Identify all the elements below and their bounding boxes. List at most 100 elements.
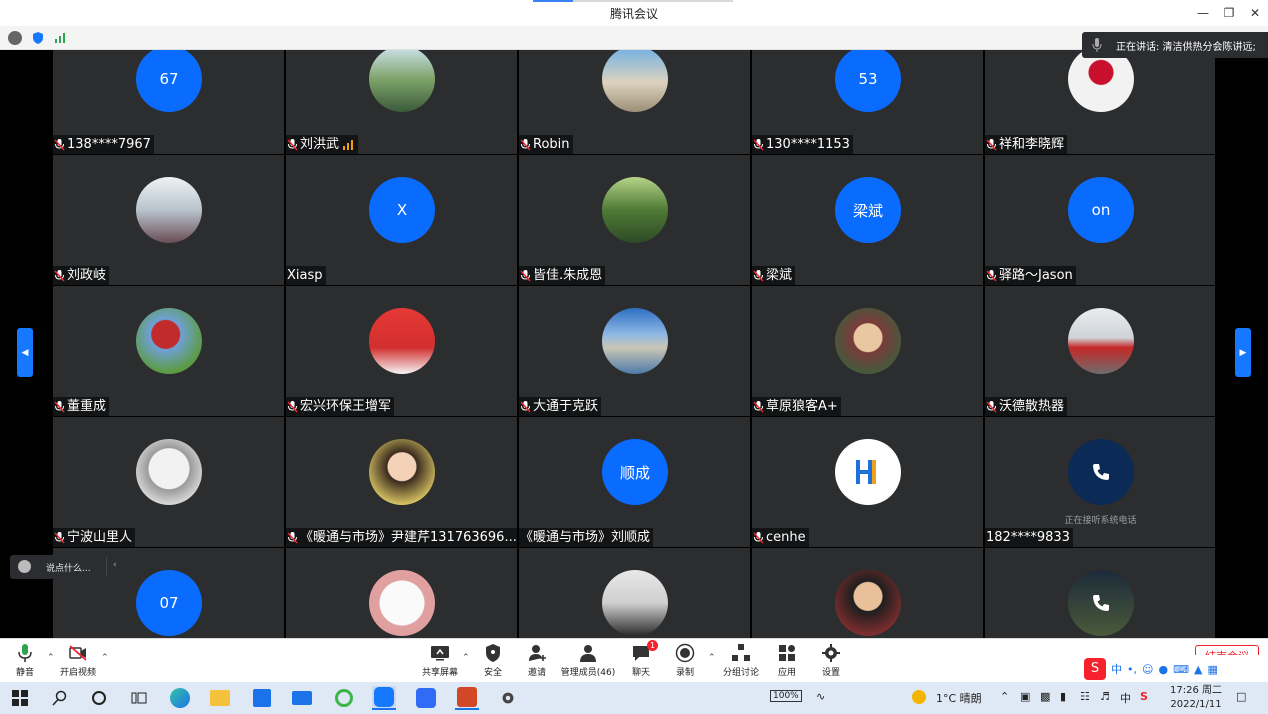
tray-camera-icon[interactable]: ▩ bbox=[1040, 690, 1050, 703]
participant-tile[interactable]: 顺成 《暖通与市场》刘顺成 bbox=[519, 417, 750, 547]
participant-tile[interactable]: 刘政岐 bbox=[53, 155, 284, 285]
chat-placeholder: 说点什么... bbox=[46, 564, 91, 574]
participant-tile[interactable]: 草原狼客A+ bbox=[752, 286, 983, 416]
mute-button[interactable]: 静音 bbox=[12, 643, 38, 678]
minimize-icon[interactable]: — bbox=[1190, 0, 1216, 26]
participant-name: cenhe bbox=[752, 528, 809, 547]
participant-name: 沃德散热器 bbox=[985, 397, 1068, 416]
members-icon bbox=[580, 645, 596, 662]
participant-name-text: 草原狼客A+ bbox=[766, 399, 838, 414]
invite-button[interactable]: 邀请 bbox=[524, 643, 550, 678]
voice-icon[interactable]: ● bbox=[1158, 663, 1168, 676]
security-button[interactable]: 安全 bbox=[480, 643, 506, 678]
sogou-tray-icon[interactable]: S bbox=[1140, 690, 1148, 703]
tray-app-icon[interactable]: ▣ bbox=[1020, 690, 1030, 703]
close-icon[interactable]: ✕ bbox=[1242, 0, 1268, 26]
windows-start-icon[interactable] bbox=[8, 686, 32, 710]
settings-gear-taskbar-icon[interactable] bbox=[496, 686, 520, 710]
ime-language[interactable]: 中 bbox=[1111, 661, 1122, 677]
task-view-icon[interactable] bbox=[127, 686, 151, 710]
participant-name-text: Xiasp bbox=[287, 268, 323, 283]
prev-page-button[interactable]: ◀ bbox=[17, 328, 33, 377]
battery-indicator[interactable]: 100% bbox=[770, 690, 802, 702]
next-page-button[interactable]: ▶ bbox=[1235, 328, 1251, 377]
window-title: 腾讯会议 bbox=[609, 7, 658, 21]
manage-members-button[interactable]: 管理成员(46) bbox=[560, 643, 616, 678]
tray-battery-icon[interactable]: ▮ bbox=[1060, 690, 1066, 703]
participant-tile[interactable]: 董重成 bbox=[53, 286, 284, 416]
settings-button[interactable]: 设置 bbox=[818, 643, 844, 678]
apps-button[interactable]: 应用 bbox=[774, 643, 800, 678]
tray-network-icon[interactable]: ☷ bbox=[1080, 690, 1090, 703]
mail-icon[interactable] bbox=[290, 686, 314, 710]
share-screen-button[interactable]: 共享屏幕 bbox=[420, 643, 460, 678]
collapse-chevron-icon[interactable]: ‹ bbox=[113, 560, 117, 570]
volume-icon[interactable]: ♬ bbox=[1100, 690, 1110, 703]
participant-tile[interactable]: 正在接听系统电话 182****9833 bbox=[985, 417, 1215, 547]
cortana-icon[interactable] bbox=[87, 686, 111, 710]
participant-tile[interactable] bbox=[752, 548, 983, 638]
record-options-chevron-icon[interactable]: ⌃ bbox=[708, 653, 716, 663]
emoji-icon[interactable]: ☺ bbox=[1142, 663, 1153, 676]
speaking-signal-icon bbox=[343, 140, 354, 150]
participant-tile[interactable]: 祥和李晓辉 bbox=[985, 50, 1215, 154]
punctuation-icon[interactable]: •, bbox=[1127, 663, 1137, 676]
participant-tile[interactable]: 梁斌 梁斌 bbox=[752, 155, 983, 285]
shield-icon[interactable] bbox=[31, 31, 45, 45]
chat-button[interactable]: 1 聊天 bbox=[628, 640, 658, 678]
share-options-chevron-icon[interactable]: ⌃ bbox=[462, 653, 470, 663]
participant-tile[interactable]: Robin bbox=[519, 50, 750, 154]
participant-tile[interactable]: X Xiasp bbox=[286, 155, 517, 285]
keyboard-icon[interactable]: ⌨ bbox=[1173, 663, 1189, 676]
participant-tile[interactable]: 《暖通与市场》尹建芹131763696... bbox=[286, 417, 517, 547]
file-explorer-icon[interactable] bbox=[208, 686, 232, 710]
ie-browser-icon[interactable] bbox=[332, 686, 356, 710]
search-icon[interactable] bbox=[48, 686, 72, 710]
participant-tile[interactable]: 宏兴环保王增军 bbox=[286, 286, 517, 416]
breakout-rooms-button[interactable]: 分组讨论 bbox=[722, 643, 760, 678]
skin-icon[interactable]: ▲ bbox=[1194, 663, 1202, 676]
restore-icon[interactable]: ❐ bbox=[1216, 0, 1242, 26]
participant-tile[interactable]: 皆佳.朱成恩 bbox=[519, 155, 750, 285]
sogou-logo-icon[interactable]: S bbox=[1084, 658, 1106, 680]
participant-tile[interactable]: cenhe bbox=[752, 417, 983, 547]
avatar bbox=[1068, 50, 1134, 112]
participant-tile[interactable]: 大通于克跃 bbox=[519, 286, 750, 416]
start-video-button[interactable]: 开启视频 bbox=[58, 643, 98, 678]
powerpoint-icon[interactable] bbox=[455, 686, 479, 710]
toolbox-icon[interactable]: ▦ bbox=[1207, 663, 1217, 676]
participant-tile[interactable]: 沃德散热器 bbox=[985, 286, 1215, 416]
meeting-toolbar: 静音 ⌃ 开启视频 ⌃ 共享屏幕 ⌃ 安全 邀请 管理成员(46) 1 聊天 录… bbox=[0, 638, 1268, 682]
chat-quick-input[interactable]: 说点什么... ‹ bbox=[10, 555, 124, 579]
participant-tile[interactable]: 67 138****7967 bbox=[53, 50, 284, 154]
participant-tile[interactable]: 宁波山里人 bbox=[53, 417, 284, 547]
emoji-icon[interactable] bbox=[18, 560, 31, 573]
info-icon[interactable] bbox=[8, 31, 22, 45]
tray-input-language[interactable]: 中 bbox=[1120, 690, 1131, 706]
tencent-meeting-taskbar-icon[interactable] bbox=[372, 686, 396, 710]
show-hidden-icons-chevron-icon[interactable]: ⌃ bbox=[1000, 690, 1009, 703]
weather-sun-icon bbox=[912, 690, 926, 707]
avatar bbox=[136, 308, 202, 374]
speaking-text: 正在讲话: 清洁供热分会陈讲远; bbox=[1116, 42, 1256, 53]
video-options-chevron-icon[interactable]: ⌃ bbox=[101, 653, 109, 663]
participant-tile[interactable] bbox=[286, 548, 517, 638]
record-button[interactable]: 录制 bbox=[672, 643, 698, 678]
participant-tile[interactable]: 53 130****1153 bbox=[752, 50, 983, 154]
edge-browser-icon[interactable] bbox=[168, 686, 192, 710]
participant-name-text: 祥和李晓辉 bbox=[999, 137, 1065, 152]
participant-name: 大通于克跃 bbox=[519, 397, 602, 416]
mute-options-chevron-icon[interactable]: ⌃ bbox=[47, 653, 55, 663]
store-icon[interactable] bbox=[250, 686, 274, 710]
participant-tile[interactable]: on 驿路～Jason bbox=[985, 155, 1215, 285]
notification-center-icon[interactable]: □ bbox=[1236, 690, 1246, 703]
participant-tile[interactable] bbox=[519, 548, 750, 638]
system-clock[interactable]: 17:26 周二 2022/1/11 bbox=[1162, 684, 1230, 712]
network-signal-icon[interactable] bbox=[53, 31, 67, 45]
participant-tile[interactable]: 刘洪武 bbox=[286, 50, 517, 154]
avatar bbox=[136, 439, 202, 505]
wps-writer-icon[interactable] bbox=[414, 686, 438, 710]
participant-tile[interactable] bbox=[985, 548, 1215, 638]
weather-text[interactable]: 1°C 晴朗 bbox=[936, 690, 982, 706]
wifi-icon[interactable]: ∿ bbox=[816, 690, 825, 703]
